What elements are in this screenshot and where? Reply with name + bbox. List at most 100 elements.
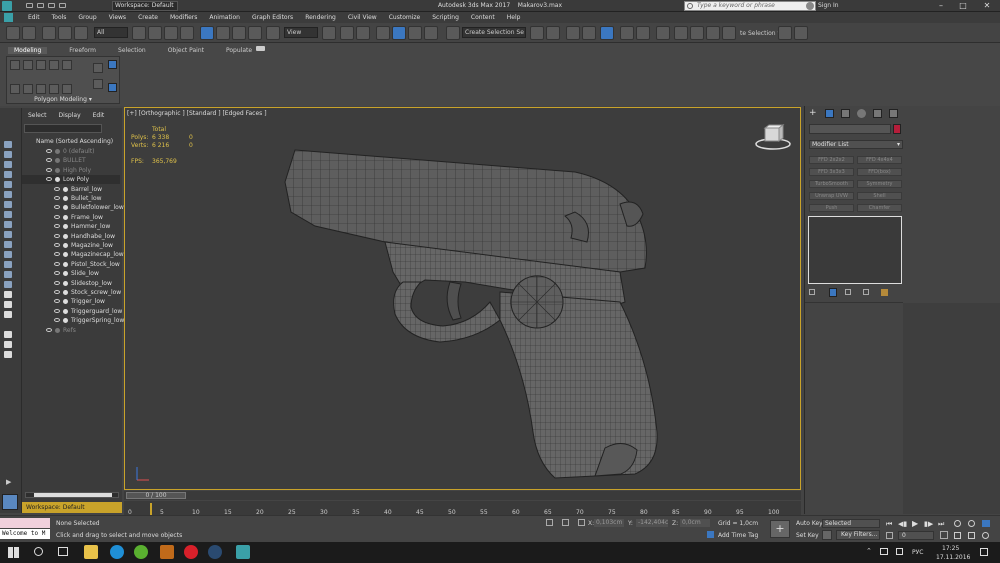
visibility-eye-icon[interactable] [54, 271, 60, 276]
hierarchy-tab-icon[interactable] [841, 109, 850, 118]
toolbar-extra-2-icon[interactable] [794, 26, 808, 40]
tab-freeform[interactable]: Freeform [69, 47, 96, 54]
visibility-eye-icon[interactable] [54, 196, 60, 200]
visibility-eye-icon[interactable] [54, 280, 60, 285]
rib-tool-4-icon[interactable] [49, 60, 59, 70]
visibility-eye-icon[interactable] [46, 158, 52, 163]
tray-arrow-icon[interactable]: ⌃ [866, 547, 872, 555]
scrollbar-thumb[interactable] [34, 493, 112, 497]
pan-icon[interactable] [968, 532, 975, 539]
material-editor-icon[interactable] [656, 26, 670, 40]
time-slider-thumb[interactable]: 0 / 100 [126, 492, 186, 499]
skype-icon[interactable] [110, 545, 124, 559]
freeze-dot-icon[interactable] [55, 177, 60, 183]
render-setup-icon[interactable] [674, 26, 688, 40]
maximize-icon[interactable]: □ [952, 0, 974, 12]
modifier-button[interactable]: Push [809, 204, 854, 212]
tree-item[interactable]: Slide_low [22, 269, 120, 278]
sort-by-hierarchy-icon[interactable] [4, 291, 12, 298]
spinner-snap-icon[interactable] [424, 26, 438, 40]
menu-graph-editors[interactable]: Graph Editors [252, 12, 293, 23]
edit-named-selection-icon[interactable] [446, 26, 460, 40]
viewport-label-menu[interactable]: [+] [Orthographic ] [Standard ] [Edged F… [127, 110, 267, 117]
freeze-dot-icon[interactable] [63, 252, 68, 258]
minimize-icon[interactable]: – [930, 0, 952, 12]
rib-tool-11-icon[interactable] [93, 63, 103, 73]
menu-group[interactable]: Group [78, 12, 96, 23]
explorer-search-input[interactable] [24, 124, 102, 133]
rib-pin-2-icon[interactable] [108, 83, 117, 92]
visibility-eye-icon[interactable] [46, 177, 52, 182]
select-scale-icon[interactable] [232, 26, 246, 40]
visibility-eye-icon[interactable] [46, 167, 52, 172]
volume-icon[interactable] [896, 548, 903, 555]
menu-help[interactable]: Help [507, 12, 521, 23]
freeze-dot-icon[interactable] [63, 308, 68, 314]
start-icon[interactable] [8, 547, 19, 558]
z-coordinate-field[interactable]: 0,0cm [680, 519, 710, 527]
zoom-icon[interactable] [954, 520, 961, 527]
menu-rendering[interactable]: Rendering [305, 12, 336, 23]
modifier-button[interactable]: TurboSmooth [809, 180, 854, 188]
app-logo-icon[interactable] [2, 1, 12, 11]
window-crossing-icon[interactable] [180, 26, 194, 40]
align-icon[interactable] [546, 26, 560, 40]
menu-views[interactable]: Views [109, 12, 126, 23]
tab-select[interactable]: Select [28, 112, 47, 119]
rib-tool-3-icon[interactable] [36, 60, 46, 70]
key-filters-button[interactable]: Key Filters... [836, 530, 880, 540]
select-by-name-icon[interactable] [148, 26, 162, 40]
modifier-button[interactable]: Symmetry [857, 180, 902, 188]
absolute-mode-icon[interactable] [578, 519, 585, 526]
schematic-view-icon[interactable] [636, 26, 650, 40]
select-move-icon[interactable] [200, 26, 214, 40]
tab-display[interactable]: Display [59, 112, 81, 119]
filter-geometry-icon[interactable] [4, 141, 12, 148]
tree-item[interactable]: Handhabe_low [22, 232, 120, 241]
filter-helpers-icon[interactable] [4, 181, 12, 188]
menu-civil-view[interactable]: Civil View [348, 12, 377, 23]
modifier-button[interactable]: FFD(box) [857, 168, 902, 176]
freeze-dot-icon[interactable] [63, 196, 68, 201]
tab-populate[interactable]: Populate [226, 47, 252, 54]
curve-editor-icon[interactable] [620, 26, 634, 40]
named-selection-dropdown[interactable]: Create Selection Se [462, 27, 526, 38]
tree-item[interactable]: Hammer_low [22, 222, 120, 231]
freeze-dot-icon[interactable] [63, 261, 68, 267]
remove-modifier-icon[interactable] [863, 289, 869, 295]
rib-tool-5-icon[interactable] [62, 60, 72, 70]
zoom-extents-icon[interactable] [982, 520, 990, 527]
app-j-icon[interactable] [160, 545, 174, 559]
tree-item[interactable]: Refs [22, 326, 120, 335]
current-frame-field[interactable]: 0 [898, 531, 934, 540]
ribbon-options-icon[interactable] [256, 46, 265, 51]
workspace-dropdown[interactable]: Workspace: Default [112, 1, 178, 11]
visibility-eye-icon[interactable] [54, 243, 60, 247]
y-coordinate-field[interactable]: -142,404c [636, 519, 668, 527]
maxscript-listener[interactable] [0, 518, 50, 528]
display-none-icon[interactable] [4, 271, 12, 278]
viewcube[interactable] [753, 122, 793, 152]
modifier-button[interactable]: Unwrap UVW [809, 192, 854, 200]
rib-tool-9-icon[interactable] [49, 84, 59, 94]
key-mode-icon[interactable] [886, 532, 893, 539]
rectangle-selection-icon[interactable] [164, 26, 178, 40]
ref-coord-icon[interactable] [266, 26, 280, 40]
zoom-all-icon[interactable] [968, 520, 975, 527]
utorrent-icon[interactable] [134, 545, 148, 559]
select-rotate-icon[interactable] [216, 26, 230, 40]
angle-snap-icon[interactable] [392, 26, 406, 40]
orbit-icon[interactable] [982, 532, 989, 539]
unlink-icon[interactable] [58, 26, 72, 40]
field-of-view-icon[interactable] [954, 532, 961, 539]
reference-coordinate-dropdown[interactable]: View [284, 27, 318, 38]
layer-explorer-icon[interactable] [566, 26, 580, 40]
notifications-icon[interactable] [980, 548, 988, 556]
quick-access-save-icon[interactable] [48, 3, 55, 8]
select-place-icon[interactable] [248, 26, 262, 40]
tree-item[interactable]: Trigger_low [22, 297, 120, 306]
quick-access-open-icon[interactable] [37, 3, 44, 8]
freeze-dot-icon[interactable] [63, 299, 68, 305]
mirror-icon[interactable] [530, 26, 544, 40]
render-production-icon[interactable] [706, 26, 720, 40]
